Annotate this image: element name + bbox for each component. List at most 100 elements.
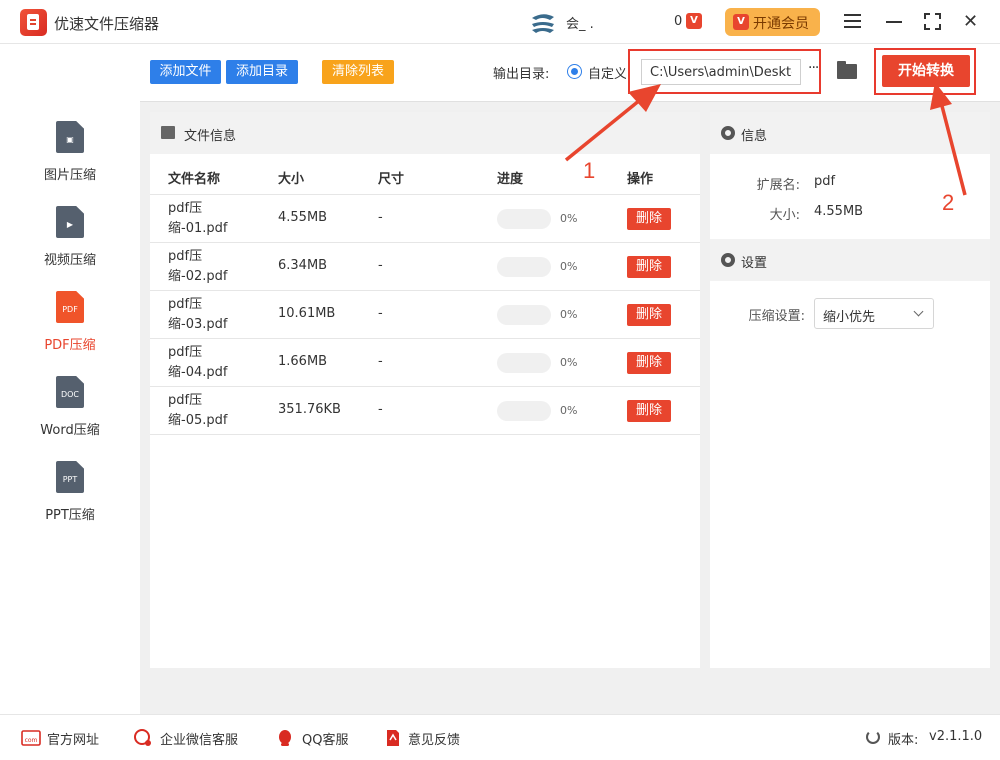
table-row[interactable]: pdf压缩-03.pdf 10.61MB - 0% 删除 — [150, 290, 700, 338]
footer: com 官方网址 企业微信客服 QQ客服 意见反馈 版本: v2.1.1.0 — [0, 714, 1000, 760]
annotation-number-2: 2 — [942, 190, 955, 215]
wechat-icon[interactable] — [133, 728, 153, 748]
file-size: 10.61MB — [278, 306, 336, 321]
extension-label: 扩展名: — [756, 178, 800, 193]
file-dimension: - — [378, 306, 383, 321]
add-directory-button[interactable]: 添加目录 — [226, 60, 298, 84]
progress-percent: 0% — [560, 356, 578, 369]
folder-icon[interactable] — [837, 61, 857, 79]
progress-bar — [497, 305, 551, 325]
compress-setting-value: 缩小优先 — [823, 310, 876, 325]
sidebar: ▣ 图片压缩 ▶ 视频压缩 PDF PDF压缩 DOC Word压缩 PPT P… — [0, 44, 140, 714]
feedback-link[interactable]: 意见反馈 — [408, 729, 460, 748]
ppt-file-icon: PPT — [56, 461, 84, 493]
custom-radio-label[interactable]: 自定义 — [588, 63, 626, 82]
qq-icon[interactable] — [275, 728, 295, 748]
sidebar-item-label: 图片压缩 — [43, 168, 96, 183]
column-header-size: 大小 — [278, 172, 305, 187]
more-icon[interactable]: ··· — [808, 60, 819, 76]
maximize-icon[interactable] — [924, 13, 941, 30]
delete-button[interactable]: 删除 — [627, 352, 671, 374]
gear-icon — [721, 126, 735, 140]
file-size: 1.66MB — [278, 354, 328, 369]
table-row[interactable]: pdf压缩-05.pdf 351.76KB - 0% 删除 — [150, 386, 700, 434]
file-name: pdf压缩-05.pdf — [168, 393, 228, 428]
version-label: 版本: — [888, 733, 919, 748]
sidebar-item-word[interactable]: DOC Word压缩 — [0, 376, 140, 456]
size-value: 4.55MB — [814, 204, 864, 219]
add-file-button[interactable]: 添加文件 — [150, 60, 221, 84]
progress-bar — [497, 257, 551, 277]
sidebar-item-label: PDF压缩 — [44, 338, 96, 353]
file-info-header: 文件信息 — [150, 112, 700, 154]
progress-bar — [497, 209, 551, 229]
delete-button[interactable]: 删除 — [627, 304, 671, 326]
refresh-icon[interactable] — [866, 730, 880, 744]
settings-title: 设置 — [741, 256, 768, 271]
compress-setting-select[interactable]: 缩小优先 — [814, 298, 934, 329]
user-avatar-icon[interactable] — [528, 12, 558, 34]
extension-value: pdf — [814, 174, 836, 189]
website-icon[interactable]: com — [21, 728, 41, 748]
file-info-panel: 文件信息 文件名称 大小 尺寸 进度 操作 pdf压缩-01.pdf 4.55M… — [150, 112, 700, 668]
sidebar-item-pdf[interactable]: PDF PDF压缩 — [0, 291, 140, 371]
sidebar-item-ppt[interactable]: PPT PPT压缩 — [0, 461, 140, 541]
file-info-title: 文件信息 — [184, 129, 237, 144]
minimize-icon[interactable] — [886, 21, 902, 23]
sidebar-item-label: 视频压缩 — [43, 253, 96, 268]
video-file-icon: ▶ — [56, 206, 84, 238]
coin-count: 0 — [674, 14, 683, 29]
settings-header: 设置 — [710, 239, 990, 281]
vip-label: 开通会员 — [753, 16, 809, 32]
sidebar-item-label: Word压缩 — [40, 423, 100, 438]
sidebar-item-image[interactable]: ▣ 图片压缩 — [0, 121, 140, 201]
file-name: pdf压缩-01.pdf — [168, 201, 228, 236]
progress-percent: 0% — [560, 404, 578, 417]
delete-button[interactable]: 删除 — [627, 400, 671, 422]
image-icon — [161, 126, 175, 139]
app-logo-icon — [20, 9, 47, 36]
size-label: 大小: — [769, 208, 800, 223]
delete-button[interactable]: 删除 — [627, 208, 671, 230]
file-dimension: - — [378, 210, 383, 225]
sidebar-item-label: PPT压缩 — [45, 508, 95, 523]
file-size: 4.55MB — [278, 210, 328, 225]
highlight-box-start-button — [874, 48, 976, 95]
sidebar-item-video[interactable]: ▶ 视频压缩 — [0, 206, 140, 286]
website-link[interactable]: 官方网址 — [47, 729, 99, 748]
vip-icon: V — [733, 14, 749, 30]
coin-icon: V — [686, 13, 702, 29]
custom-radio[interactable] — [567, 64, 582, 79]
progress-bar — [497, 401, 551, 421]
compress-setting-label: 压缩设置: — [748, 309, 805, 324]
file-dimension: - — [378, 354, 383, 369]
feedback-icon[interactable] — [383, 728, 403, 748]
user-name[interactable]: 会_ . — [566, 13, 594, 32]
table-row[interactable]: pdf压缩-01.pdf 4.55MB - 0% 删除 — [150, 194, 700, 242]
file-size: 351.76KB — [278, 402, 341, 417]
clear-list-button[interactable]: 清除列表 — [322, 60, 394, 84]
annotation-number-1: 1 — [583, 158, 596, 183]
delete-button[interactable]: 删除 — [627, 256, 671, 278]
gear-icon — [721, 253, 735, 267]
toolbar: 添加文件 添加目录 清除列表 输出目录: 自定义 ··· 开始转换 — [140, 44, 1000, 102]
title-bar: 优速文件压缩器 会_ . 0 V V 开通会员 ✕ — [0, 0, 1000, 44]
qq-support-link[interactable]: QQ客服 — [302, 729, 348, 748]
close-icon[interactable]: ✕ — [963, 11, 978, 32]
progress-bar — [497, 353, 551, 373]
file-dimension: - — [378, 402, 383, 417]
menu-icon[interactable] — [844, 14, 861, 28]
file-name: pdf压缩-04.pdf — [168, 345, 228, 380]
highlight-box-output-path — [628, 49, 821, 94]
vip-button[interactable]: V 开通会员 — [725, 8, 820, 36]
file-dimension: - — [378, 258, 383, 273]
progress-percent: 0% — [560, 308, 578, 321]
table-row[interactable]: pdf压缩-02.pdf 6.34MB - 0% 删除 — [150, 242, 700, 290]
info-header: 信息 — [710, 112, 990, 154]
column-header-progress: 进度 — [497, 172, 524, 187]
chevron-down-icon — [913, 306, 924, 317]
wechat-support-link[interactable]: 企业微信客服 — [160, 729, 238, 748]
table-row[interactable]: pdf压缩-04.pdf 1.66MB - 0% 删除 — [150, 338, 700, 386]
pdf-file-icon: PDF — [56, 291, 84, 323]
output-directory-label: 输出目录: — [493, 67, 550, 82]
